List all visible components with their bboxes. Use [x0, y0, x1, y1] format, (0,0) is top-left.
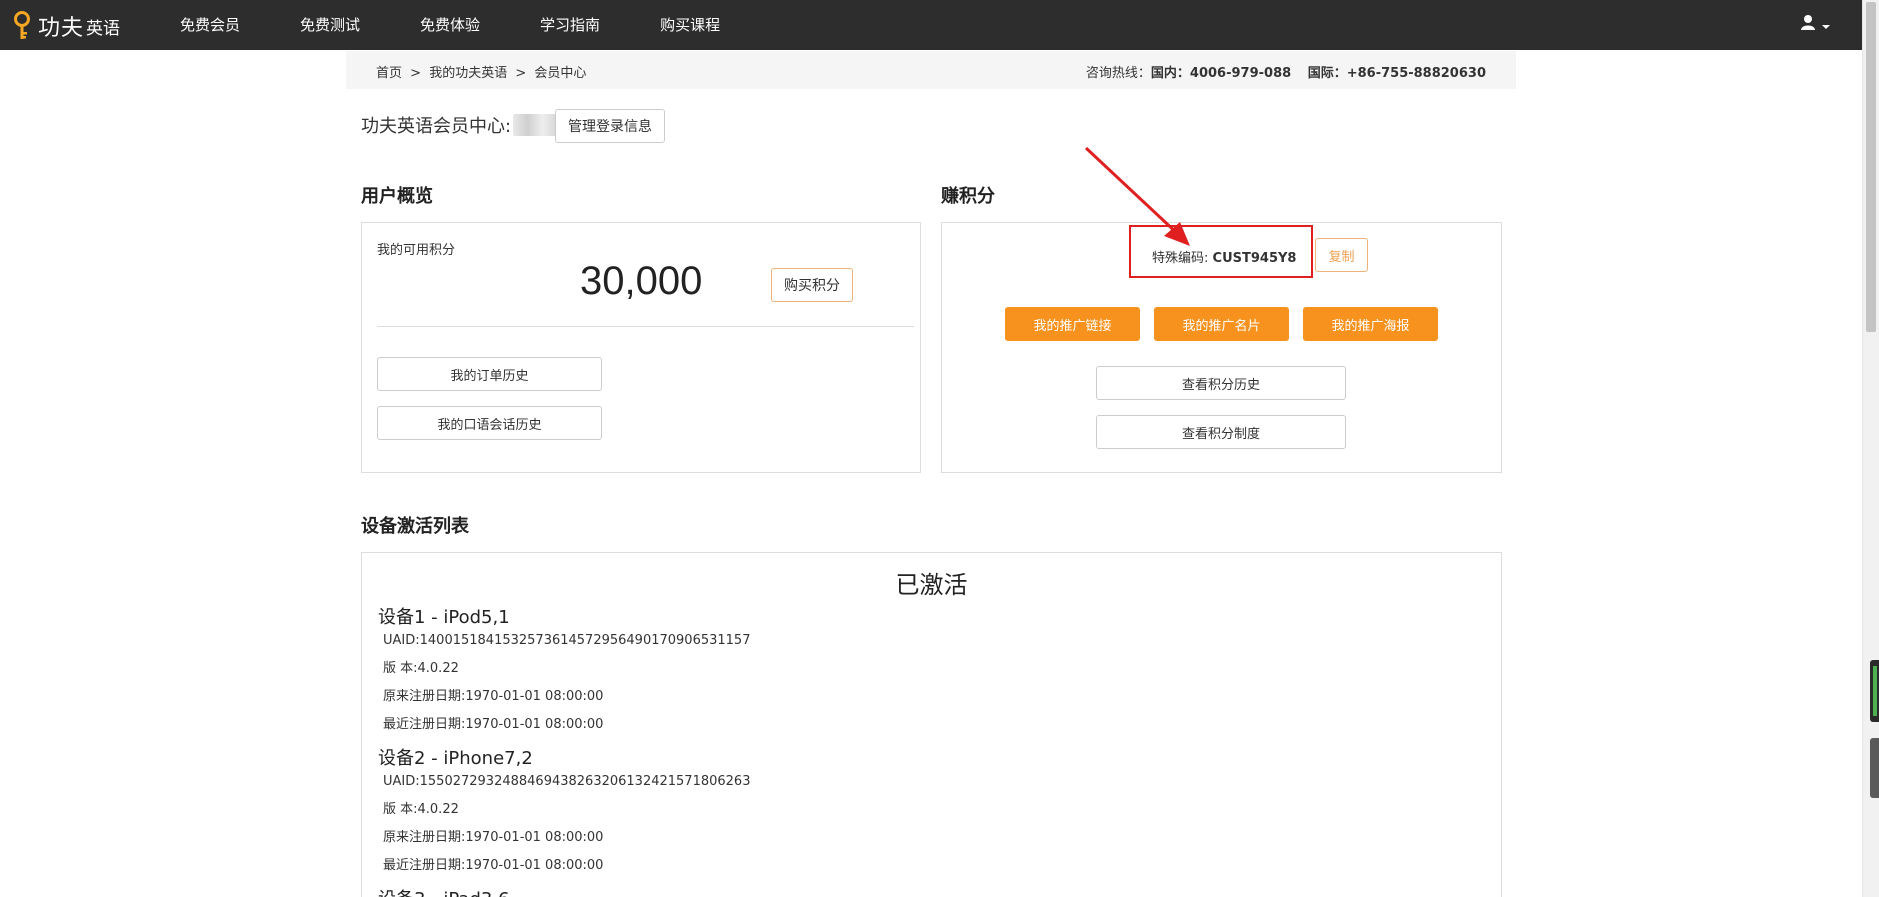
overview-heading: 用户概览: [361, 186, 433, 207]
buy-points-button[interactable]: 购买积分: [771, 268, 853, 302]
key-logo-icon: [12, 11, 32, 41]
device-version: 版 本:4.0.22: [383, 661, 459, 676]
promo-poster-button[interactable]: 我的推广海报: [1303, 307, 1438, 341]
breadcrumb-member-center: 会员中心: [534, 66, 587, 81]
device-orig-date: 原来注册日期:1970-01-01 08:00:00: [383, 830, 604, 845]
blurred-username: [513, 114, 558, 136]
device-title: 设备3 - iPad3,6: [378, 885, 510, 897]
device-uaid: UAID:15502729324884694382632061324215718…: [383, 774, 751, 789]
device-item: 设备3 - iPad3,6: [378, 885, 510, 897]
devices-panel: 已激活 设备1 - iPod5,1 UAID:14001518415325736…: [361, 552, 1502, 897]
points-rules-button[interactable]: 查看积分制度: [1096, 415, 1346, 449]
device-title: 设备1 - iPod5,1: [378, 607, 510, 628]
breadcrumb-bar: 首页 > 我的功夫英语 > 会员中心 咨询热线：国内：4006-979-088 …: [346, 51, 1516, 89]
device-item: 设备2 - iPhone7,2 UAID:1550272932488469438…: [378, 744, 750, 873]
points-value: 30,000: [580, 259, 703, 303]
scroll-thumb[interactable]: [1866, 2, 1876, 332]
device-uaid: UAID:14001518415325736145729564901709065…: [383, 633, 751, 648]
caret-down-icon: [1822, 15, 1830, 34]
top-navbar: 功夫 英语 免费会员 免费测试 免费体验 学习指南 购买课程: [0, 0, 1862, 50]
side-tool-widget[interactable]: [1870, 738, 1879, 798]
intl-number: +86-755-88820630: [1346, 66, 1486, 81]
special-code-value: CUST945Y8: [1212, 251, 1297, 266]
overview-panel: 我的可用积分 30,000 购买积分 我的订单历史 我的口语会话历史: [361, 222, 921, 473]
device-orig-date: 原来注册日期:1970-01-01 08:00:00: [383, 689, 604, 704]
device-last-date: 最近注册日期:1970-01-01 08:00:00: [383, 858, 604, 873]
divider: [377, 326, 914, 327]
device-last-date: 最近注册日期:1970-01-01 08:00:00: [383, 717, 604, 732]
devices-heading: 设备激活列表: [361, 516, 469, 537]
points-history-button[interactable]: 查看积分历史: [1096, 366, 1346, 400]
special-code: 特殊编码: CUST945Y8: [1152, 251, 1297, 266]
activated-status: 已激活: [895, 571, 968, 599]
promo-card-button[interactable]: 我的推广名片: [1154, 307, 1289, 341]
side-meter-widget[interactable]: [1870, 660, 1879, 722]
breadcrumb: 首页 > 我的功夫英语 > 会员中心: [376, 62, 590, 81]
earn-heading: 赚积分: [941, 186, 995, 207]
hotline-info: 咨询热线：国内：4006-979-088 国际：+86-755-88820630: [1085, 66, 1486, 81]
nav-study-guide[interactable]: 学习指南: [540, 0, 600, 50]
copy-code-button[interactable]: 复制: [1315, 238, 1368, 272]
chat-history-button[interactable]: 我的口语会话历史: [377, 406, 602, 440]
device-version: 版 本:4.0.22: [383, 802, 459, 817]
nav-free-trial[interactable]: 免费体验: [420, 0, 480, 50]
order-history-button[interactable]: 我的订单历史: [377, 357, 602, 391]
device-title: 设备2 - iPhone7,2: [378, 748, 533, 769]
breadcrumb-home[interactable]: 首页: [376, 66, 402, 81]
breadcrumb-sep: >: [410, 66, 422, 81]
nav-free-member[interactable]: 免费会员: [180, 0, 240, 50]
main-nav: 免费会员 免费测试 免费体验 学习指南 购买课程: [180, 0, 780, 50]
points-label: 我的可用积分: [377, 243, 456, 258]
manage-login-button[interactable]: 管理登录信息: [555, 109, 665, 143]
nav-free-test[interactable]: 免费测试: [300, 0, 360, 50]
breadcrumb-sep: >: [515, 66, 527, 81]
earn-panel: 特殊编码: CUST945Y8 复制 我的推广链接 我的推广名片 我的推广海报 …: [941, 222, 1502, 473]
page-title: 功夫英语会员中心:: [361, 112, 558, 138]
breadcrumb-my-kungfu[interactable]: 我的功夫英语: [429, 66, 507, 81]
logo-text-sub: 英语: [86, 18, 121, 39]
red-arrow-annotation: [1084, 146, 1190, 246]
promo-link-button[interactable]: 我的推广链接: [1005, 307, 1140, 341]
domestic-number: 4006-979-088: [1189, 66, 1292, 81]
logo-text-main: 功夫: [38, 16, 85, 41]
user-menu[interactable]: [1800, 14, 1830, 34]
nav-buy-course[interactable]: 购买课程: [660, 0, 720, 50]
user-icon: [1800, 14, 1816, 34]
device-item: 设备1 - iPod5,1 UAID:140015184153257361457…: [378, 603, 750, 732]
logo[interactable]: 功夫 英语: [12, 10, 120, 42]
